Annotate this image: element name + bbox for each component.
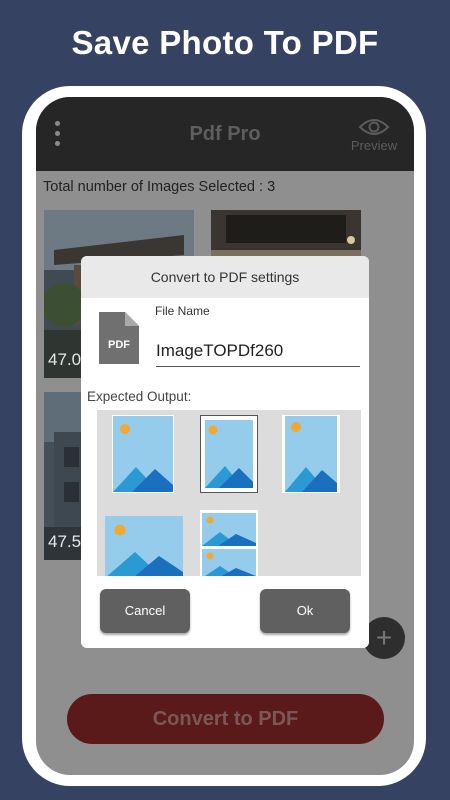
- app-bar: Pdf Pro Preview: [36, 97, 414, 171]
- expected-output-label: Expected Output:: [87, 389, 192, 404]
- convert-settings-dialog: Convert to PDF settings PDF File Name Im…: [81, 256, 369, 648]
- layout-option-portrait-fit[interactable]: [282, 415, 340, 493]
- image-placeholder-icon: [113, 416, 173, 492]
- image-placeholder-icon: [205, 420, 253, 488]
- output-layout-grid: [97, 410, 361, 576]
- image-size: 47.5: [48, 532, 82, 551]
- ok-button[interactable]: Ok: [260, 589, 350, 633]
- headline: Save Photo To PDF: [71, 24, 379, 61]
- pdf-file-icon-label: PDF: [108, 339, 130, 351]
- file-name-label: File Name: [155, 304, 210, 318]
- eye-icon: [358, 119, 390, 135]
- image-placeholder-icon: [202, 513, 256, 576]
- layout-option-portrait-margin[interactable]: [200, 415, 258, 493]
- image-placeholder-icon: [285, 416, 337, 492]
- dialog-title: Convert to PDF settings: [81, 256, 369, 298]
- layout-option-portrait-fill[interactable]: [112, 415, 174, 493]
- preview-button[interactable]: Preview: [344, 117, 404, 153]
- pdf-file-icon: PDF: [99, 312, 139, 364]
- preview-label: Preview: [350, 138, 398, 153]
- image-size: 47.0: [48, 350, 82, 369]
- images-selected-count: Total number of Images Selected : 3: [43, 179, 276, 195]
- image-placeholder-icon: [105, 516, 183, 576]
- layout-option-landscape[interactable]: [105, 516, 183, 576]
- plus-icon: +: [375, 622, 393, 653]
- file-name-input[interactable]: ImageTOPDf260: [156, 340, 360, 367]
- cancel-button[interactable]: Cancel: [100, 589, 190, 633]
- add-image-button[interactable]: +: [363, 617, 405, 659]
- convert-to-pdf-button[interactable]: Convert to PDF: [67, 694, 384, 744]
- layout-option-stacked[interactable]: [200, 510, 258, 576]
